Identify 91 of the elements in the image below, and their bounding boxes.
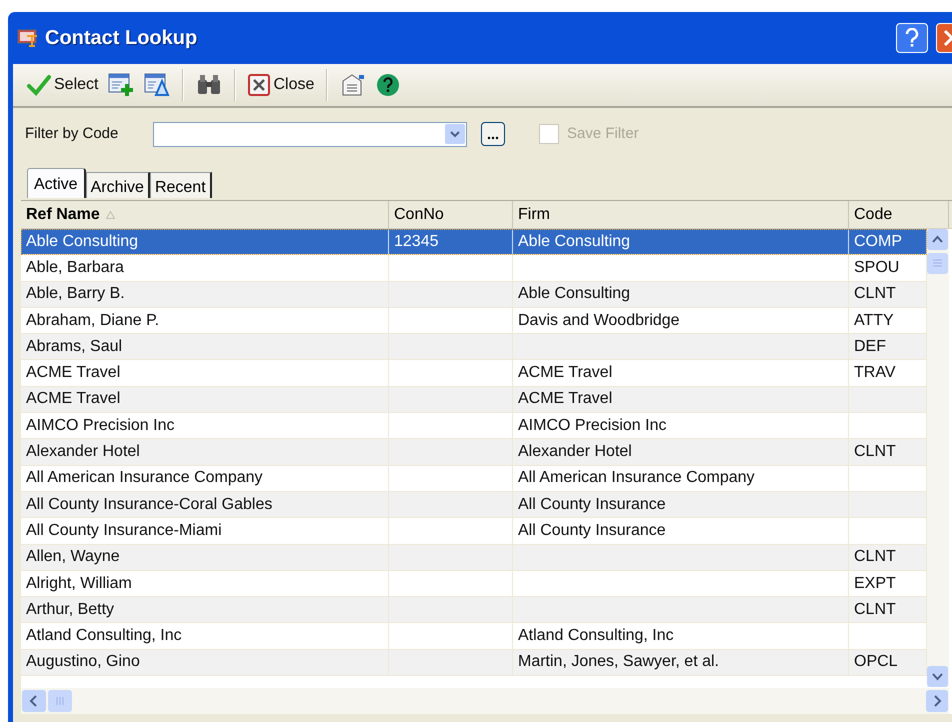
table-cell-text: Abrams, Saul <box>26 336 122 357</box>
table-cell-text: SPOU <box>854 258 900 278</box>
scroll-left-icon[interactable] <box>22 690 46 712</box>
scroll-down-icon[interactable] <box>927 666 948 687</box>
column-header[interactable]: Firm <box>513 201 849 228</box>
table-cell-text: Martin, Jones, Sawyer, et al. <box>518 652 719 672</box>
table-cell-text: OPCL <box>854 652 898 672</box>
table-cell-text: All County Insurance <box>518 520 666 541</box>
table-row[interactable]: Abraham, Diane P. Davis and Woodbridge ATTY <box>21 308 927 334</box>
table-row[interactable]: ACME Travel ACME Travel <box>21 386 927 414</box>
table-row[interactable]: AIMCO Precision Inc AIMCO Precision Inc <box>21 413 927 440</box>
table-cell-text: ACME Travel <box>518 389 612 410</box>
filter-dropdown[interactable] <box>153 122 467 146</box>
table-cell-text: CLNT <box>854 284 896 304</box>
table-row[interactable]: All County Insurance-Coral Gables All County Insurance <box>21 492 927 518</box>
table-cell-text: EXPT <box>854 574 896 594</box>
filter-label: Filter by Code <box>25 124 120 144</box>
table-cell-text: Able Consulting <box>518 232 630 252</box>
table-cell-text: Abraham, Diane P. <box>26 310 160 331</box>
table-row[interactable]: Able, Barry B. Able Consulting CLNT <box>21 282 927 308</box>
scroll-thumb-icon[interactable] <box>48 690 72 712</box>
browse-button[interactable] <box>481 122 505 146</box>
table-cell-text: Augustino, Gino <box>26 652 140 672</box>
column-header[interactable]: Ref Name <box>21 201 389 228</box>
help-icon[interactable] <box>376 73 400 97</box>
scroll-right-icon[interactable] <box>926 690 948 712</box>
tab[interactable]: Archive <box>86 172 150 198</box>
horizontal-scrollbar[interactable] <box>21 688 949 714</box>
table-cell-text: All County Insurance <box>518 494 666 515</box>
window-title: Contact Lookup <box>45 26 198 51</box>
help-icon <box>905 28 919 48</box>
table-cell-text: Alright, William <box>26 574 132 594</box>
ellipsis-icon <box>487 135 499 141</box>
table-row[interactable]: All American Insurance Company All American Insurance Company <box>21 466 927 492</box>
tab[interactable]: Active <box>27 168 86 198</box>
table-cell-text: Allen, Wayne <box>26 547 120 568</box>
save-filter-label: Save Filter <box>567 124 639 144</box>
table-cell-text: Atland Consulting, Inc <box>26 626 182 646</box>
table-cell-text: COMP <box>854 232 902 252</box>
toolbar-button[interactable]: Select <box>25 69 100 101</box>
table-cell-text: CLNT <box>854 442 896 462</box>
table-row[interactable]: Augustino, Gino Martin, Jones, Sawyer, et al. OPCL <box>21 650 927 676</box>
table-row[interactable]: Alright, William EXPT <box>21 570 927 598</box>
table-cell-text: Arthur, Betty <box>26 600 114 620</box>
table-cell-text: Able Consulting <box>26 232 138 252</box>
table-cell-text: Atland Consulting, Inc <box>518 626 674 646</box>
table-cell-text: All American Insurance Company <box>26 468 263 488</box>
table-cell-text: 12345 <box>394 232 438 252</box>
app-icon <box>17 28 39 48</box>
table-row[interactable]: Able, Barbara SPOU <box>21 255 927 282</box>
table-cell-text: AIMCO Precision Inc <box>518 416 666 436</box>
table-cell-text: DEF <box>854 336 886 357</box>
table-row[interactable]: Able Consulting 12345 Able Consulting COMP <box>21 229 927 256</box>
table-cell-text: All County Insurance-Miami <box>26 520 222 541</box>
table-cell-text: CLNT <box>854 600 896 620</box>
tab[interactable]: Recent <box>150 172 212 198</box>
table-cell-text: Able, Barry B. <box>26 284 125 304</box>
toolbar-button[interactable]: Close <box>246 69 316 101</box>
table-cell-text: All County Insurance-Coral Gables <box>26 494 272 515</box>
table-cell-text: ATTY <box>854 310 894 331</box>
table-row[interactable]: ACME Travel ACME Travel TRAV <box>21 360 927 387</box>
edit-record-icon[interactable] <box>144 73 170 97</box>
scroll-thumb-icon[interactable] <box>927 253 948 274</box>
table-row[interactable]: All County Insurance-Miami All County Insurance <box>21 518 927 545</box>
binoculars-icon[interactable] <box>196 74 222 96</box>
table-cell-text: ACME Travel <box>26 363 120 384</box>
table-cell-text: ACME Travel <box>518 363 612 384</box>
table-row[interactable]: Arthur, Betty CLNT <box>21 597 927 624</box>
table-cell-text: Alexander Hotel <box>26 442 140 462</box>
help-button[interactable] <box>896 23 928 53</box>
column-header[interactable]: Code <box>849 201 949 228</box>
scroll-up-icon[interactable] <box>927 229 948 250</box>
table-row[interactable]: Atland Consulting, Inc Atland Consulting, Inc <box>21 623 927 650</box>
table-cell-text: CLNT <box>854 547 896 568</box>
table-row[interactable]: Allen, Wayne CLNT <box>21 544 927 571</box>
table-cell-text: Davis and Woodbridge <box>518 310 680 331</box>
table-cell-text: Able Consulting <box>518 284 630 304</box>
table-row[interactable]: Abrams, Saul DEF <box>21 334 927 360</box>
table-cell-text: Alexander Hotel <box>518 442 632 462</box>
column-header[interactable]: ConNo <box>389 201 513 228</box>
table-cell-text: All American Insurance Company <box>518 468 755 488</box>
table-cell-text: ACME Travel <box>26 389 120 410</box>
sort-ascending-icon <box>106 210 115 218</box>
table-row[interactable]: Alexander Hotel Alexander Hotel CLNT <box>21 439 927 466</box>
table-cell-text: AIMCO Precision Inc <box>26 416 174 436</box>
table-cell-text: TRAV <box>854 363 896 384</box>
add-record-icon[interactable] <box>108 73 134 97</box>
table-cell-text: Able, Barbara <box>26 258 124 278</box>
close-icon <box>248 74 270 96</box>
vertical-scrollbar[interactable] <box>927 229 949 687</box>
check-icon <box>27 74 51 96</box>
